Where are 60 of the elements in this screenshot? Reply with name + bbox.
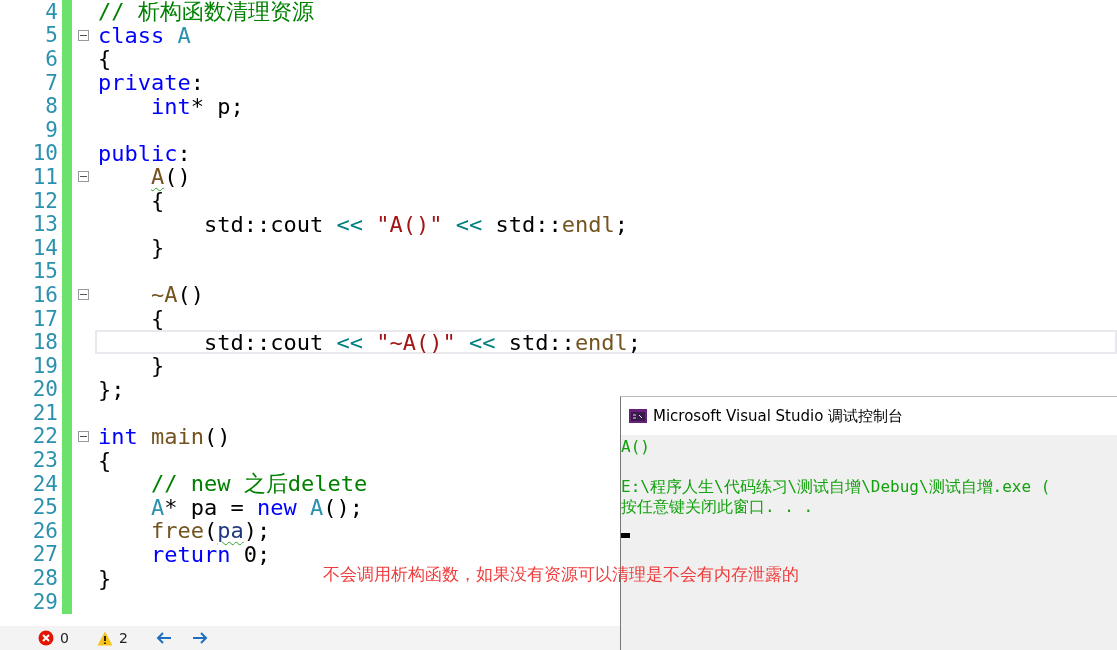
code-line: int main(): [98, 424, 231, 449]
code-line: }: [150, 235, 165, 261]
line-number: 16: [32, 282, 58, 307]
line-number: 18: [32, 330, 58, 355]
line-number: 19: [32, 353, 58, 378]
code-line: };: [98, 376, 125, 402]
collapse-icon[interactable]: [78, 171, 89, 183]
line-number: 20: [32, 377, 58, 402]
line-number: 4: [45, 0, 58, 24]
line-number: 29: [32, 589, 58, 614]
line-number: 17: [32, 306, 58, 331]
code-line: ~A(): [150, 282, 204, 308]
error-count: 0: [60, 630, 69, 646]
line-number: 12: [32, 188, 58, 213]
text-cursor: [621, 533, 630, 538]
warning-icon: [96, 630, 113, 646]
line-number: 26: [32, 518, 58, 543]
line-number: 24: [32, 471, 58, 496]
line-number: 23: [32, 448, 58, 473]
code-line: std::cout << "A()" << std::endl;: [202, 211, 628, 237]
code-line: {: [150, 188, 165, 214]
line-number: 25: [32, 495, 58, 520]
line-number: 6: [45, 47, 58, 71]
code-line: A(): [151, 164, 191, 190]
error-icon: [38, 630, 54, 646]
console-output-line: E:\程序人生\代码练习\测试自增\Debug\测试自增.exe (: [621, 477, 1051, 497]
line-number: 7: [45, 70, 58, 95]
code-line: free(pa);: [150, 518, 271, 544]
code-line: int* p;: [151, 93, 244, 119]
code-line: std::cout << "~A()" << std::endl;: [202, 329, 642, 355]
console-output-line: A(): [621, 437, 650, 457]
line-number: 5: [45, 23, 58, 48]
line-number: 14: [32, 235, 58, 260]
code-line: return 0;: [150, 541, 271, 567]
line-number: 10: [32, 141, 58, 166]
code-line: public:: [98, 140, 191, 166]
line-number: 9: [45, 117, 58, 142]
console-title: Microsoft Visual Studio 调试控制台: [653, 406, 904, 426]
collapse-icon[interactable]: [78, 289, 89, 301]
line-number: 11: [32, 164, 58, 189]
code-line: private:: [98, 70, 204, 96]
line-number: 22: [32, 424, 58, 449]
code-line: }: [98, 565, 112, 591]
back-arrow-icon[interactable]: [155, 632, 172, 644]
line-number: 27: [32, 542, 58, 567]
code-line: {: [98, 46, 112, 72]
collapse-icon[interactable]: [78, 431, 89, 442]
console-app-icon: [629, 409, 647, 423]
line-number: 28: [32, 566, 58, 591]
warning-count: 2: [118, 630, 128, 646]
console-output-line: 按任意键关闭此窗口. . .: [621, 497, 814, 517]
code-line: {: [98, 447, 112, 473]
code-line: {: [150, 306, 165, 331]
line-number: 13: [32, 212, 58, 237]
line-number: 21: [32, 400, 58, 425]
line-number: 8: [45, 94, 58, 119]
forward-arrow-icon[interactable]: [191, 632, 208, 644]
code-line: }: [150, 353, 165, 379]
collapse-icon[interactable]: [78, 29, 89, 41]
line-number: 15: [32, 259, 58, 284]
